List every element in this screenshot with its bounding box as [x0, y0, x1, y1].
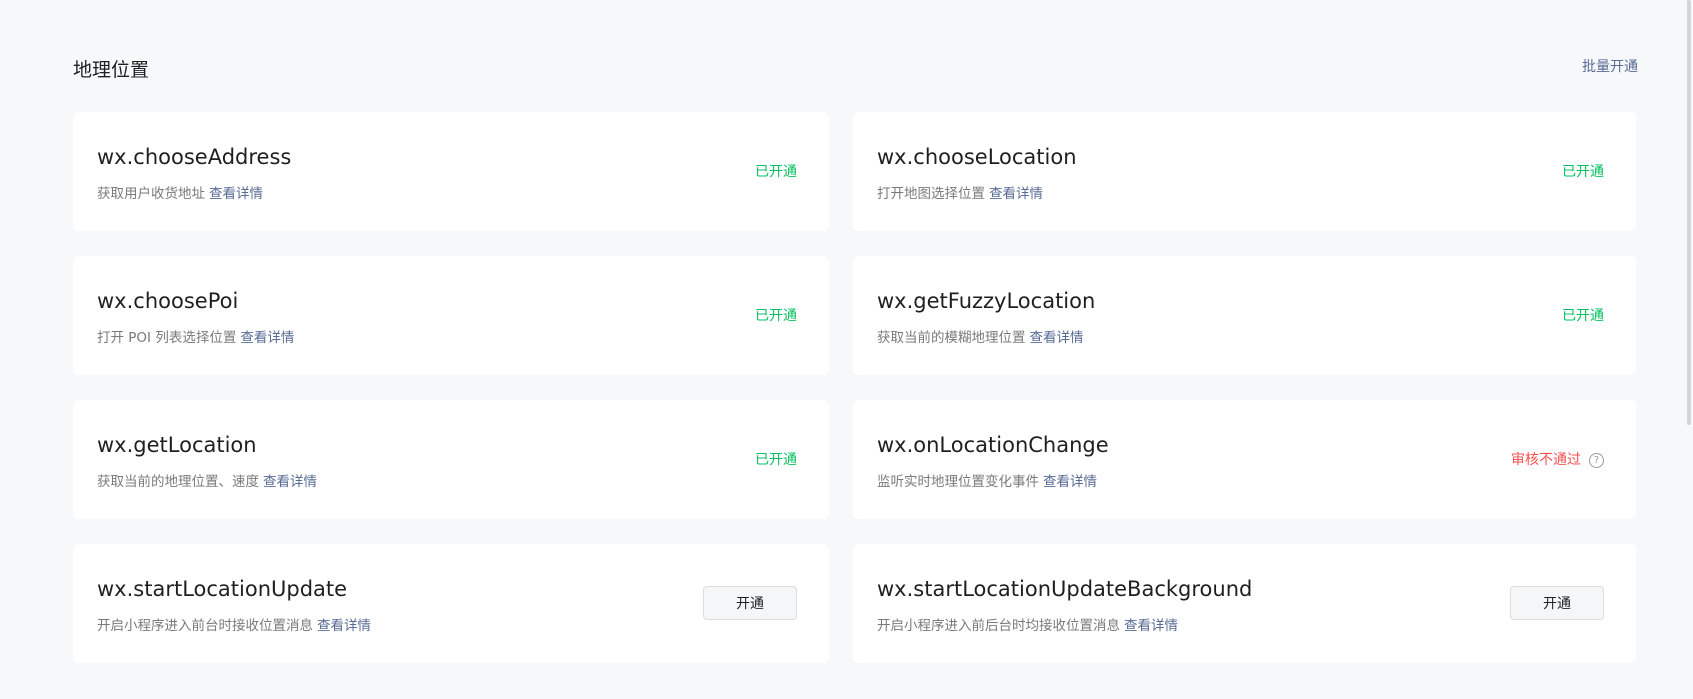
api-card-on-location-change: wx.onLocationChange 监听实时地理位置变化事件 查看详情 审核不… — [853, 400, 1636, 519]
vertical-scrollbar[interactable] — [1687, 0, 1691, 425]
api-name: wx.startLocationUpdateBackground — [877, 577, 1253, 601]
api-description: 打开地图选择位置 查看详情 — [877, 184, 1043, 204]
status-badge: 已开通 — [755, 452, 797, 468]
api-name: wx.choosePoi — [97, 289, 239, 313]
view-details-link[interactable]: 查看详情 — [263, 474, 317, 490]
view-details-link[interactable]: 查看详情 — [1124, 618, 1178, 634]
api-card-get-location: wx.getLocation 获取当前的地理位置、速度 查看详情 已开通 — [73, 400, 829, 519]
view-details-link[interactable]: 查看详情 — [989, 186, 1043, 202]
api-desc-text: 获取用户收货地址 — [97, 186, 205, 202]
api-card-choose-poi: wx.choosePoi 打开 POI 列表选择位置 查看详情 已开通 — [73, 256, 829, 375]
page: 地理位置 批量开通 wx.chooseAddress 获取用户收货地址 查看详情 … — [0, 0, 1693, 699]
status-badge: 审核不通过 ? — [1511, 450, 1604, 470]
api-desc-text: 打开 POI 列表选择位置 — [97, 330, 237, 346]
api-desc-text: 监听实时地理位置变化事件 — [877, 474, 1039, 490]
api-description: 打开 POI 列表选择位置 查看详情 — [97, 328, 294, 348]
api-description: 获取当前的模糊地理位置 查看详情 — [877, 328, 1084, 348]
api-card-choose-location: wx.chooseLocation 打开地图选择位置 查看详情 已开通 — [853, 112, 1636, 231]
api-card-start-location-update-background: wx.startLocationUpdateBackground 开启小程序进入… — [853, 544, 1636, 663]
section-header: 地理位置 批量开通 — [73, 55, 1638, 87]
api-description: 开启小程序进入前台时接收位置消息 查看详情 — [97, 616, 371, 636]
view-details-link[interactable]: 查看详情 — [209, 186, 263, 202]
enable-button[interactable]: 开通 — [1510, 586, 1604, 620]
status-badge: 已开通 — [755, 308, 797, 324]
api-description: 获取用户收货地址 查看详情 — [97, 184, 263, 204]
view-details-link[interactable]: 查看详情 — [1043, 474, 1097, 490]
api-desc-text: 打开地图选择位置 — [877, 186, 985, 202]
api-desc-text: 开启小程序进入前台时接收位置消息 — [97, 618, 313, 634]
view-details-link[interactable]: 查看详情 — [317, 618, 371, 634]
api-description: 监听实时地理位置变化事件 查看详情 — [877, 472, 1097, 492]
api-desc-text: 获取当前的地理位置、速度 — [97, 474, 259, 490]
view-details-link[interactable]: 查看详情 — [240, 330, 294, 346]
api-desc-text: 开启小程序进入前后台时均接收位置消息 — [877, 618, 1120, 634]
status-badge: 已开通 — [1562, 164, 1604, 180]
api-description: 获取当前的地理位置、速度 查看详情 — [97, 472, 317, 492]
enable-button[interactable]: 开通 — [703, 586, 797, 620]
api-name: wx.getLocation — [97, 433, 257, 457]
status-badge: 已开通 — [755, 164, 797, 180]
api-name: wx.chooseLocation — [877, 145, 1077, 169]
status-text: 审核不通过 — [1511, 452, 1581, 468]
view-details-link[interactable]: 查看详情 — [1030, 330, 1084, 346]
question-circle-icon[interactable]: ? — [1589, 452, 1604, 468]
api-card-get-fuzzy-location: wx.getFuzzyLocation 获取当前的模糊地理位置 查看详情 已开通 — [853, 256, 1636, 375]
api-name: wx.getFuzzyLocation — [877, 289, 1096, 313]
status-badge: 已开通 — [1562, 308, 1604, 324]
api-name: wx.onLocationChange — [877, 433, 1109, 457]
batch-enable-link[interactable]: 批量开通 — [1582, 57, 1638, 77]
api-name: wx.startLocationUpdate — [97, 577, 348, 601]
api-card-choose-address: wx.chooseAddress 获取用户收货地址 查看详情 已开通 — [73, 112, 829, 231]
api-name: wx.chooseAddress — [97, 145, 292, 169]
section-title: 地理位置 — [73, 59, 150, 81]
api-desc-text: 获取当前的模糊地理位置 — [877, 330, 1026, 346]
api-card-start-location-update: wx.startLocationUpdate 开启小程序进入前台时接收位置消息查… — [73, 544, 829, 663]
api-description: 开启小程序进入前后台时均接收位置消息 查看详情 — [877, 616, 1178, 636]
